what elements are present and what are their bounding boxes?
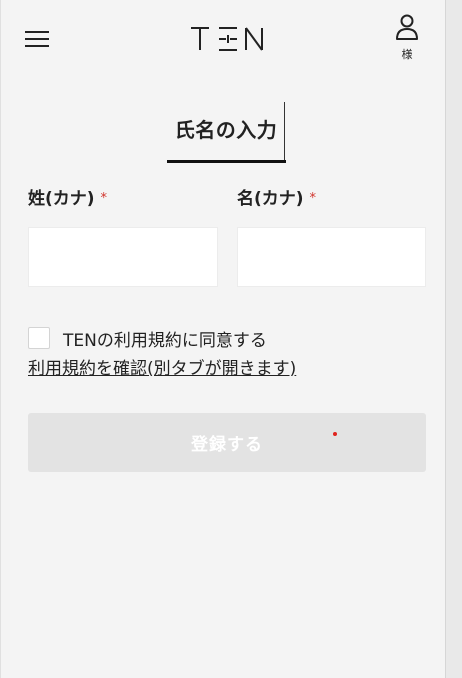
user-icon [396,14,418,40]
last-name-kana-input[interactable] [28,227,218,287]
last-name-kana-label-text: 姓(カナ) [28,189,95,209]
menu-bar-top [25,31,49,33]
page-title-container: 氏名の入力 [167,102,285,162]
agree-terms-label[interactable]: TENの利用規約に同意する [63,326,267,351]
red-dot-marker [333,432,337,436]
register-button[interactable]: 登録する [28,413,426,472]
first-name-kana-input[interactable] [237,227,426,287]
agree-terms-checkbox[interactable] [28,327,50,349]
hamburger-menu-button[interactable] [25,29,49,49]
ten-logo-mark [191,27,263,51]
title-underline [167,160,286,163]
ten-logo[interactable] [189,22,269,56]
user-honorific-label: 様 [401,48,413,61]
first-name-kana-label: 名(カナ) * [237,184,316,209]
terms-of-use-link[interactable]: 利用規約を確認(別タブが開きます) [28,354,296,379]
menu-bar-bottom [25,45,49,47]
first-name-kana-label-text: 名(カナ) [237,189,304,209]
last-name-kana-label: 姓(カナ) * [28,184,107,209]
page-title: 氏名の入力 [174,118,278,142]
required-mark: * [309,191,317,206]
menu-bar-middle [25,38,49,40]
app-screen: 様 氏名の入力 姓(カナ) * 名(カナ) * TENの利用規約に同意する 利用規約… [0,0,446,678]
required-mark: * [100,191,108,206]
account-button[interactable]: 様 [391,12,423,64]
